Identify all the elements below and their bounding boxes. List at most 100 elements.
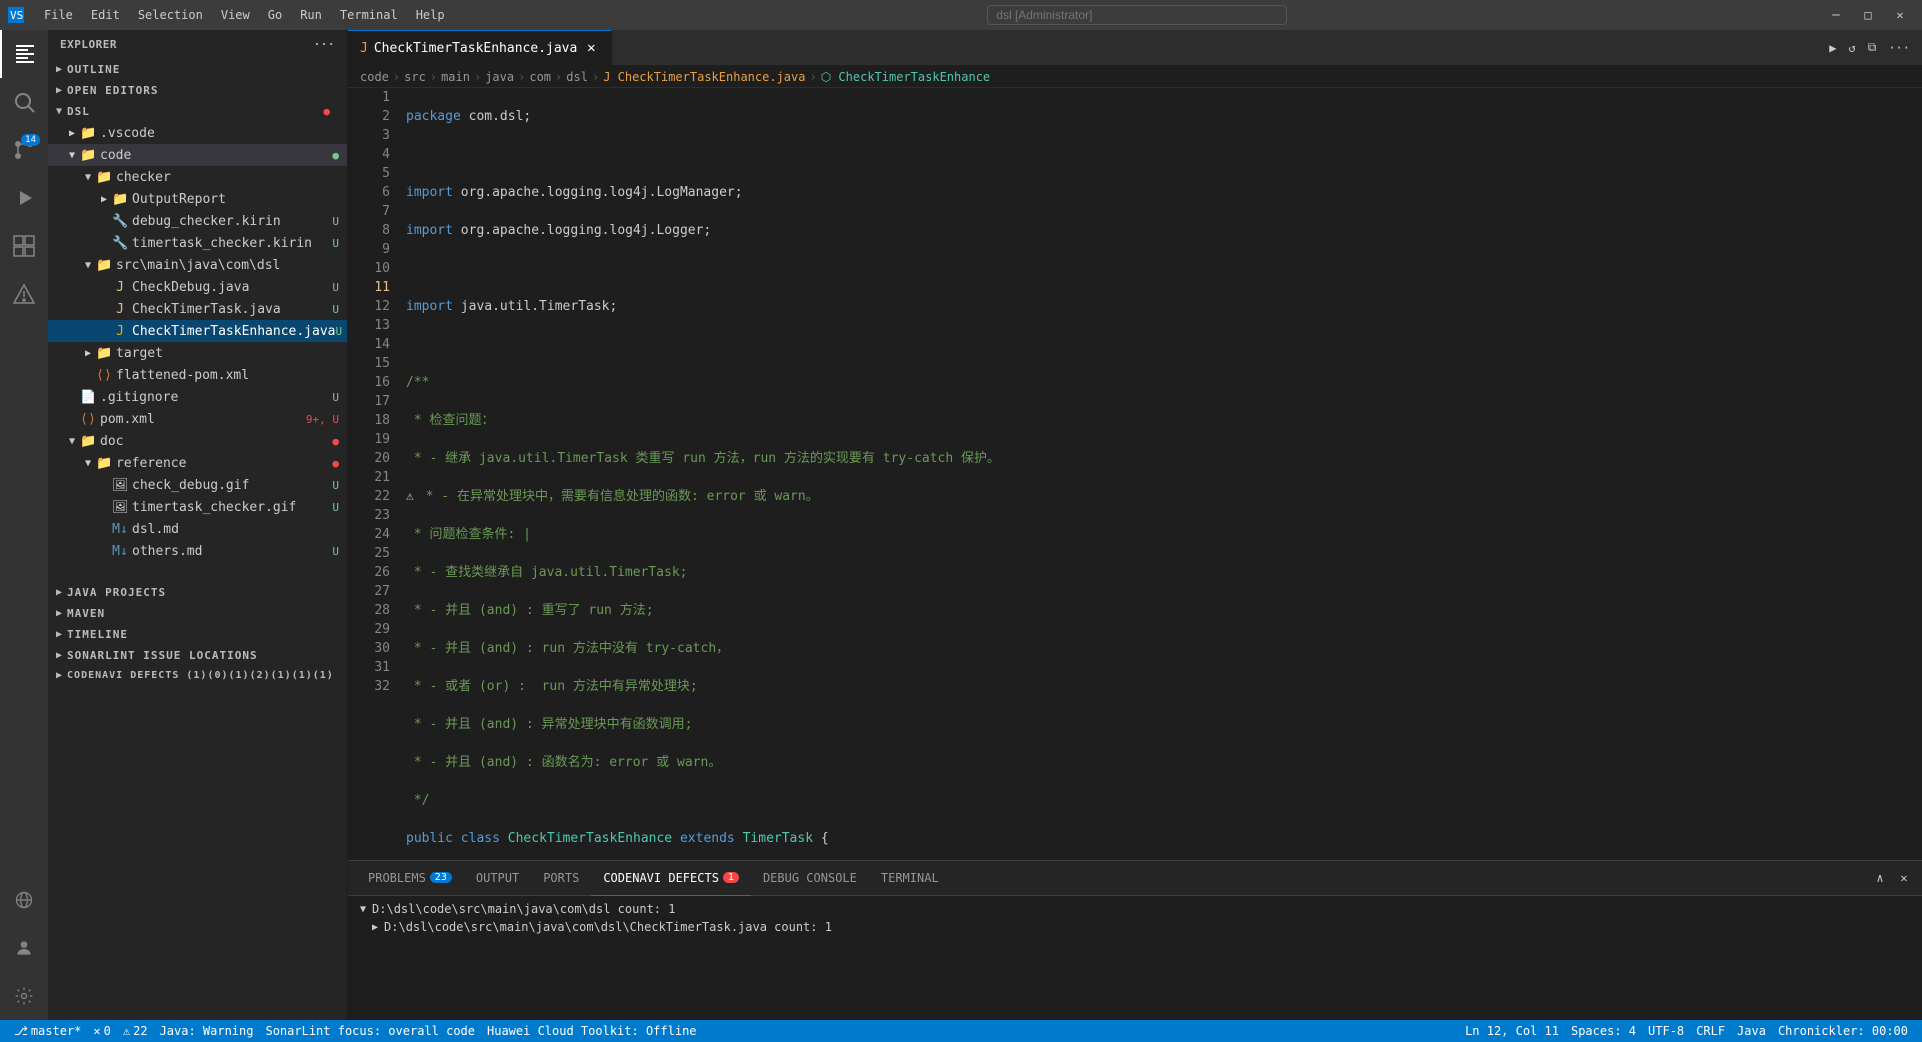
status-huawei[interactable]: Huawei Cloud Toolkit: Offline: [481, 1020, 703, 1042]
status-eol[interactable]: CRLF: [1690, 1020, 1731, 1042]
menu-go[interactable]: Go: [260, 6, 290, 24]
status-language[interactable]: Java: [1731, 1020, 1772, 1042]
panel-row-1[interactable]: ▶ D:\dsl\code\src\main\java\com\dsl\Chec…: [348, 918, 1922, 936]
maximize-button[interactable]: □: [1854, 5, 1882, 25]
tree-item-gitignore[interactable]: 📄 .gitignore U: [48, 386, 347, 408]
tree-item-timertask-checker-kirin[interactable]: 🔧 timertask_checker.kirin U: [48, 232, 347, 254]
breadcrumb-dsl[interactable]: dsl: [566, 70, 588, 84]
status-spaces[interactable]: Spaces: 4: [1565, 1020, 1642, 1042]
breadcrumb-code[interactable]: code: [360, 70, 389, 84]
activity-accounts[interactable]: [0, 924, 48, 972]
activity-extensions[interactable]: [0, 222, 48, 270]
breadcrumb-java[interactable]: java: [485, 70, 514, 84]
tree-item-checker[interactable]: ▼ 📁 checker: [48, 166, 347, 188]
tree-item-outputreport[interactable]: ▶ 📁 OutputReport: [48, 188, 347, 210]
warning-count: 22: [133, 1024, 147, 1038]
tree-item-timertask-checker-gif[interactable]: 🖼 timertask_checker.gif U: [48, 496, 347, 518]
tree-item-checkdebug[interactable]: J CheckDebug.java U: [48, 276, 347, 298]
pom-status: 9+, U: [306, 413, 339, 426]
menu-help[interactable]: Help: [408, 6, 453, 24]
minimize-button[interactable]: ─: [1822, 5, 1850, 25]
menu-terminal[interactable]: Terminal: [332, 6, 406, 24]
maven-section[interactable]: ▶ MAVEN: [48, 603, 347, 624]
src-arrow: ▼: [80, 260, 96, 271]
activity-settings[interactable]: [0, 972, 48, 1020]
outputreport-arrow: ▶: [96, 194, 112, 205]
breadcrumb-main[interactable]: main: [441, 70, 470, 84]
titlebar: VS File Edit Selection View Go Run Termi…: [0, 0, 1922, 30]
status-position[interactable]: Ln 12, Col 11: [1459, 1020, 1565, 1042]
status-sonarlint[interactable]: SonarLint focus: overall code: [259, 1020, 481, 1042]
history-button[interactable]: ↺: [1845, 39, 1860, 57]
status-encoding[interactable]: UTF-8: [1642, 1020, 1690, 1042]
tree-item-reference[interactable]: ▼ 📁 reference ●: [48, 452, 347, 474]
status-branch[interactable]: ⎇ master*: [8, 1020, 87, 1042]
status-errors[interactable]: ✕ 0: [87, 1020, 116, 1042]
breadcrumb-class[interactable]: ⬡ CheckTimerTaskEnhance: [821, 70, 990, 84]
tree-item-target[interactable]: ▶ 📁 target: [48, 342, 347, 364]
activity-run[interactable]: [0, 174, 48, 222]
panel-tab-debug-console[interactable]: DEBUG CONSOLE: [751, 861, 869, 896]
folder-icon: 📁: [80, 126, 96, 141]
tree-item-others-md[interactable]: M↓ others.md U: [48, 540, 347, 562]
menu-run[interactable]: Run: [292, 6, 330, 24]
activity-search[interactable]: [0, 78, 48, 126]
split-button[interactable]: ⧉: [1864, 38, 1881, 57]
java-warn-icon: J: [112, 280, 128, 295]
panel-tab-ports[interactable]: PORTS: [531, 861, 591, 896]
breadcrumb-com[interactable]: com: [529, 70, 551, 84]
panel-row-0[interactable]: ▼ D:\dsl\code\src\main\java\com\dsl coun…: [348, 900, 1922, 918]
breadcrumb-src[interactable]: src: [404, 70, 426, 84]
tree-item-debug-checker-kirin[interactable]: 🔧 debug_checker.kirin U: [48, 210, 347, 232]
close-button[interactable]: ✕: [1886, 5, 1914, 25]
panel-tab-terminal[interactable]: TERMINAL: [869, 861, 951, 896]
menu-file[interactable]: File: [36, 6, 81, 24]
tree-item-checktimertask[interactable]: J CheckTimerTask.java U: [48, 298, 347, 320]
tree-item-dsl-md[interactable]: M↓ dsl.md: [48, 518, 347, 540]
panel-tab-output[interactable]: OUTPUT: [464, 861, 531, 896]
sidebar-section-dsl[interactable]: ▼ DSL ●: [48, 101, 347, 122]
tree-item-check-debug-gif[interactable]: 🖼 check_debug.gif U: [48, 474, 347, 496]
panel-close-button[interactable]: ✕: [1894, 868, 1914, 888]
more-button[interactable]: ···: [1884, 39, 1914, 57]
run-button[interactable]: ▶: [1825, 39, 1840, 57]
tab-checktimertaskenhance[interactable]: J CheckTimerTaskEnhance.java ✕: [348, 30, 612, 65]
status-java[interactable]: Java: Warning: [154, 1020, 260, 1042]
panel-tab-problems[interactable]: PROBLEMS 23: [356, 861, 464, 896]
sidebar-tree: ▶ OUTLINE ▶ OPEN EDITORS ▼ DSL ● ▶ 📁 .vs…: [48, 59, 347, 1020]
enhance-label: CheckTimerTaskEnhance.java: [132, 324, 336, 339]
tree-item-code[interactable]: ▼ 📁 code ●: [48, 144, 347, 166]
activity-codenavi[interactable]: [0, 270, 48, 318]
tab-close-button[interactable]: ✕: [583, 40, 599, 56]
dsl-status: ●: [323, 105, 331, 118]
sonarlint-section[interactable]: ▶ SONARLINT ISSUE LOCATIONS: [48, 645, 347, 666]
activity-source-control[interactable]: 14: [0, 126, 48, 174]
sidebar-section-outline[interactable]: ▶ OUTLINE: [48, 59, 347, 80]
tree-item-vscode[interactable]: ▶ 📁 .vscode: [48, 122, 347, 144]
tree-item-doc[interactable]: ▼ 📁 doc ●: [48, 430, 347, 452]
search-input[interactable]: [987, 5, 1287, 25]
code-content[interactable]: package com.dsl; import org.apache.loggi…: [398, 88, 1862, 860]
menu-view[interactable]: View: [213, 6, 258, 24]
activity-remote[interactable]: [0, 876, 48, 924]
code-editor[interactable]: 12345 678910 1112131415 1617181920 21222…: [348, 88, 1922, 860]
java-projects-section[interactable]: ▶ JAVA PROJECTS: [48, 582, 347, 603]
timeline-section[interactable]: ▶ TIMELINE: [48, 624, 347, 645]
status-chronicler[interactable]: Chronickler: 00:00: [1772, 1020, 1914, 1042]
tree-item-pom[interactable]: ⟨⟩ pom.xml 9+, U: [48, 408, 347, 430]
tree-item-src-path[interactable]: ▼ 📁 src\main\java\com\dsl: [48, 254, 347, 276]
tree-item-flattened-pom[interactable]: ⟨⟩ flattened-pom.xml: [48, 364, 347, 386]
menu-selection[interactable]: Selection: [130, 6, 211, 24]
activity-explorer[interactable]: [0, 30, 48, 78]
status-warnings[interactable]: ⚠ 22: [117, 1020, 154, 1042]
tree-item-checktimertaskenhance[interactable]: J CheckTimerTaskEnhance.java U: [48, 320, 347, 342]
sidebar-more-button[interactable]: ···: [314, 38, 335, 51]
panel-tab-codenavi[interactable]: CODENAVI DEFECTS 1: [591, 861, 751, 896]
sidebar-section-open-editors[interactable]: ▶ OPEN EDITORS: [48, 80, 347, 101]
panel-content: ▼ D:\dsl\code\src\main\java\com\dsl coun…: [348, 896, 1922, 1020]
menu-edit[interactable]: Edit: [83, 6, 128, 24]
huawei-label: Huawei Cloud Toolkit: Offline: [487, 1024, 697, 1038]
breadcrumb-file[interactable]: J CheckTimerTaskEnhance.java: [603, 70, 805, 84]
codenavi-defects-section[interactable]: ▶ CODENAVI DEFECTS (1)(0)(1)(2)(1)(1)(1): [48, 666, 347, 685]
panel-collapse-button[interactable]: ∧: [1870, 868, 1890, 888]
